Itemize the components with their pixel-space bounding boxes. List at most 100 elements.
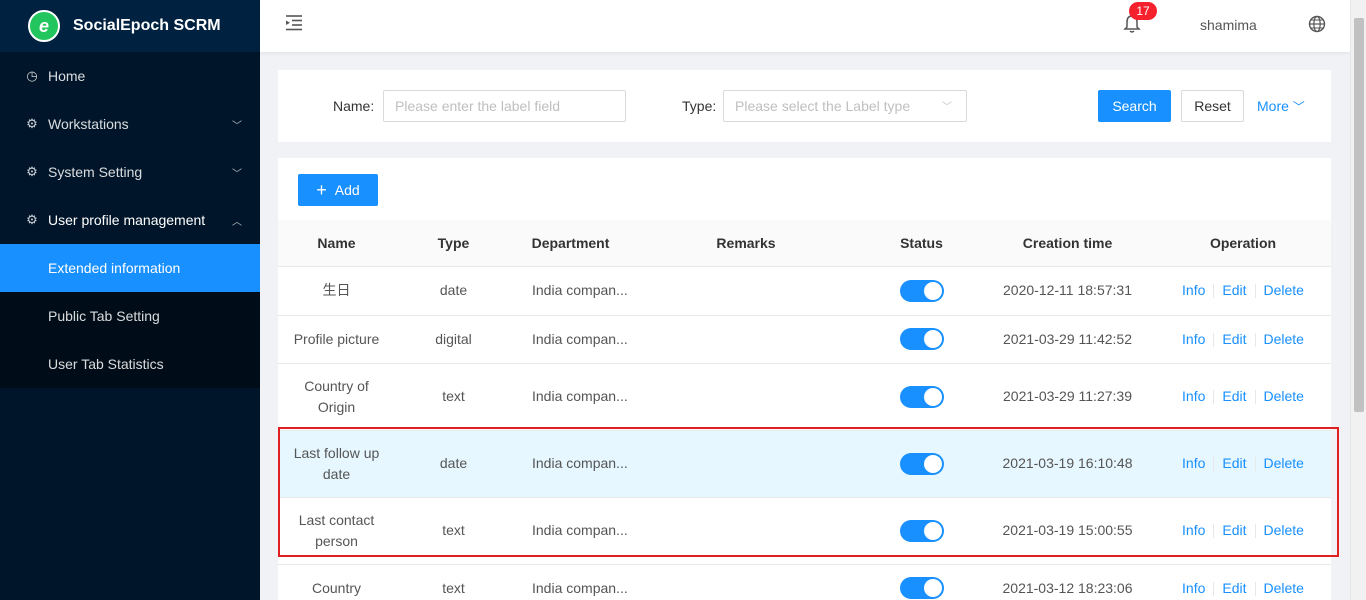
table-row: Last contact person text India compan... 20… bbox=[278, 497, 1331, 565]
sidebar-item-workstations[interactable]: ⚙ Workstations ﹀ bbox=[0, 100, 260, 148]
status-toggle[interactable] bbox=[899, 519, 944, 542]
info-link[interactable]: Info bbox=[1182, 388, 1205, 404]
cell-created: 2021-03-19 15:00:55 bbox=[980, 497, 1155, 565]
status-toggle[interactable] bbox=[899, 279, 944, 302]
table-row: Country text India compan... 2021-03-12 18:… bbox=[278, 564, 1331, 600]
divider bbox=[1254, 332, 1256, 347]
sidebar: e SocialEpoch SCRM ◷ Home ⚙ Workstations… bbox=[0, 0, 260, 600]
divider bbox=[1213, 581, 1215, 596]
type-label: Type: bbox=[682, 98, 717, 114]
cell-status bbox=[863, 430, 980, 498]
status-toggle[interactable] bbox=[899, 328, 944, 351]
gear-icon: ⚙ bbox=[26, 116, 38, 131]
cell-department: India compan... bbox=[512, 564, 629, 600]
divider bbox=[1213, 284, 1215, 299]
name-input[interactable] bbox=[383, 90, 626, 122]
sidebar-item-user-profile-management[interactable]: ⚙ User profile management ︿ bbox=[0, 196, 260, 244]
edit-link[interactable]: Edit bbox=[1222, 580, 1246, 596]
cell-remarks bbox=[629, 564, 863, 600]
info-link[interactable]: Info bbox=[1182, 580, 1205, 596]
table-header-row: Name Type Department Remarks Status Crea… bbox=[278, 220, 1331, 267]
table-row: 生日 date India compan... 2020-12-11 18:57:31… bbox=[278, 266, 1331, 316]
edit-link[interactable]: Edit bbox=[1222, 331, 1246, 347]
cell-type: digital bbox=[395, 315, 512, 364]
sidebar-item-label: Extended information bbox=[48, 260, 181, 276]
toggle-knob bbox=[923, 579, 942, 598]
sidebar-item-system-setting[interactable]: ⚙ System Setting ﹀ bbox=[0, 148, 260, 196]
toggle-knob bbox=[923, 521, 942, 540]
cell-created: 2020-12-11 18:57:31 bbox=[980, 266, 1155, 316]
column-header: Creation time bbox=[980, 220, 1155, 267]
sidebar-item-extended-information[interactable]: Extended information bbox=[0, 244, 260, 292]
status-toggle[interactable] bbox=[899, 577, 944, 600]
cell-status bbox=[863, 497, 980, 565]
edit-link[interactable]: Edit bbox=[1222, 388, 1246, 404]
sidebar-item-label: System Setting bbox=[48, 164, 143, 180]
cell-operation: Info Edit Delete bbox=[1155, 430, 1331, 498]
status-toggle[interactable] bbox=[899, 385, 944, 408]
sidebar-item-label: Public Tab Setting bbox=[48, 308, 160, 324]
chevron-down-icon: ﹀ bbox=[1292, 100, 1305, 114]
cell-type: text bbox=[395, 564, 512, 600]
info-link[interactable]: Info bbox=[1182, 455, 1205, 471]
sidebar-item-user-tab-statistics[interactable]: User Tab Statistics bbox=[0, 340, 260, 388]
edit-link[interactable]: Edit bbox=[1222, 522, 1246, 538]
delete-link[interactable]: Delete bbox=[1264, 282, 1304, 298]
reset-button[interactable]: Reset bbox=[1181, 90, 1244, 122]
info-link[interactable]: Info bbox=[1182, 282, 1205, 298]
table-row: Profile picture digital India compan... 202… bbox=[278, 315, 1331, 364]
cell-name: Last contact person bbox=[278, 497, 395, 565]
cell-operation: Info Edit Delete bbox=[1155, 266, 1331, 316]
cell-type: text bbox=[395, 497, 512, 565]
chevron-down-icon: ﹀ bbox=[232, 120, 242, 132]
gear-icon: ⚙ bbox=[26, 212, 38, 227]
notification-badge: 17 bbox=[1129, 2, 1157, 20]
delete-link[interactable]: Delete bbox=[1264, 455, 1304, 471]
delete-link[interactable]: Delete bbox=[1264, 580, 1304, 596]
divider bbox=[1254, 390, 1256, 405]
cell-remarks bbox=[629, 315, 863, 364]
more-link[interactable]: More ﹀ bbox=[1257, 98, 1305, 115]
cell-status bbox=[863, 315, 980, 364]
page-scrollbar[interactable] bbox=[1350, 0, 1366, 600]
cell-department: India compan... bbox=[512, 363, 629, 431]
divider bbox=[1213, 457, 1215, 472]
divider bbox=[1254, 524, 1256, 539]
delete-link[interactable]: Delete bbox=[1264, 522, 1304, 538]
column-header: Status bbox=[863, 220, 980, 267]
search-panel: Name: Type: ﹀ Search Reset More ﹀ bbox=[278, 70, 1331, 142]
column-header: Remarks bbox=[629, 220, 863, 267]
info-link[interactable]: Info bbox=[1182, 331, 1205, 347]
type-select[interactable] bbox=[723, 90, 967, 122]
cell-department: India compan... bbox=[512, 315, 629, 364]
search-button[interactable]: Search bbox=[1098, 90, 1171, 122]
chevron-down-icon: ﹀ bbox=[942, 102, 952, 113]
sidebar-item-home[interactable]: ◷ Home bbox=[0, 52, 260, 100]
chevron-up-icon: ︿ bbox=[232, 216, 242, 228]
divider bbox=[1254, 284, 1256, 299]
logo-icon: e bbox=[28, 10, 60, 42]
edit-link[interactable]: Edit bbox=[1222, 282, 1246, 298]
status-toggle[interactable] bbox=[899, 452, 944, 475]
top-header: 17 shamima bbox=[260, 0, 1350, 52]
info-link[interactable]: Info bbox=[1182, 522, 1205, 538]
globe-icon[interactable] bbox=[1308, 15, 1326, 33]
add-button[interactable]: + Add bbox=[298, 174, 378, 206]
edit-link[interactable]: Edit bbox=[1222, 455, 1246, 471]
label-table: Name Type Department Remarks Status Crea… bbox=[278, 220, 1331, 600]
column-header: Name bbox=[278, 220, 395, 267]
delete-link[interactable]: Delete bbox=[1264, 388, 1304, 404]
divider bbox=[1213, 332, 1215, 347]
sidebar-item-public-tab-setting[interactable]: Public Tab Setting bbox=[0, 292, 260, 340]
cell-department: India compan... bbox=[512, 430, 629, 498]
scrollbar-thumb[interactable] bbox=[1354, 18, 1364, 412]
sidebar-item-label: Home bbox=[48, 68, 86, 84]
cell-operation: Info Edit Delete bbox=[1155, 497, 1331, 565]
cell-status bbox=[863, 363, 980, 431]
username[interactable]: shamima bbox=[1200, 17, 1257, 33]
cell-created: 2021-03-29 11:27:39 bbox=[980, 363, 1155, 431]
menu-fold-icon[interactable] bbox=[284, 12, 304, 32]
cell-type: date bbox=[395, 266, 512, 316]
cell-operation: Info Edit Delete bbox=[1155, 564, 1331, 600]
delete-link[interactable]: Delete bbox=[1264, 331, 1304, 347]
